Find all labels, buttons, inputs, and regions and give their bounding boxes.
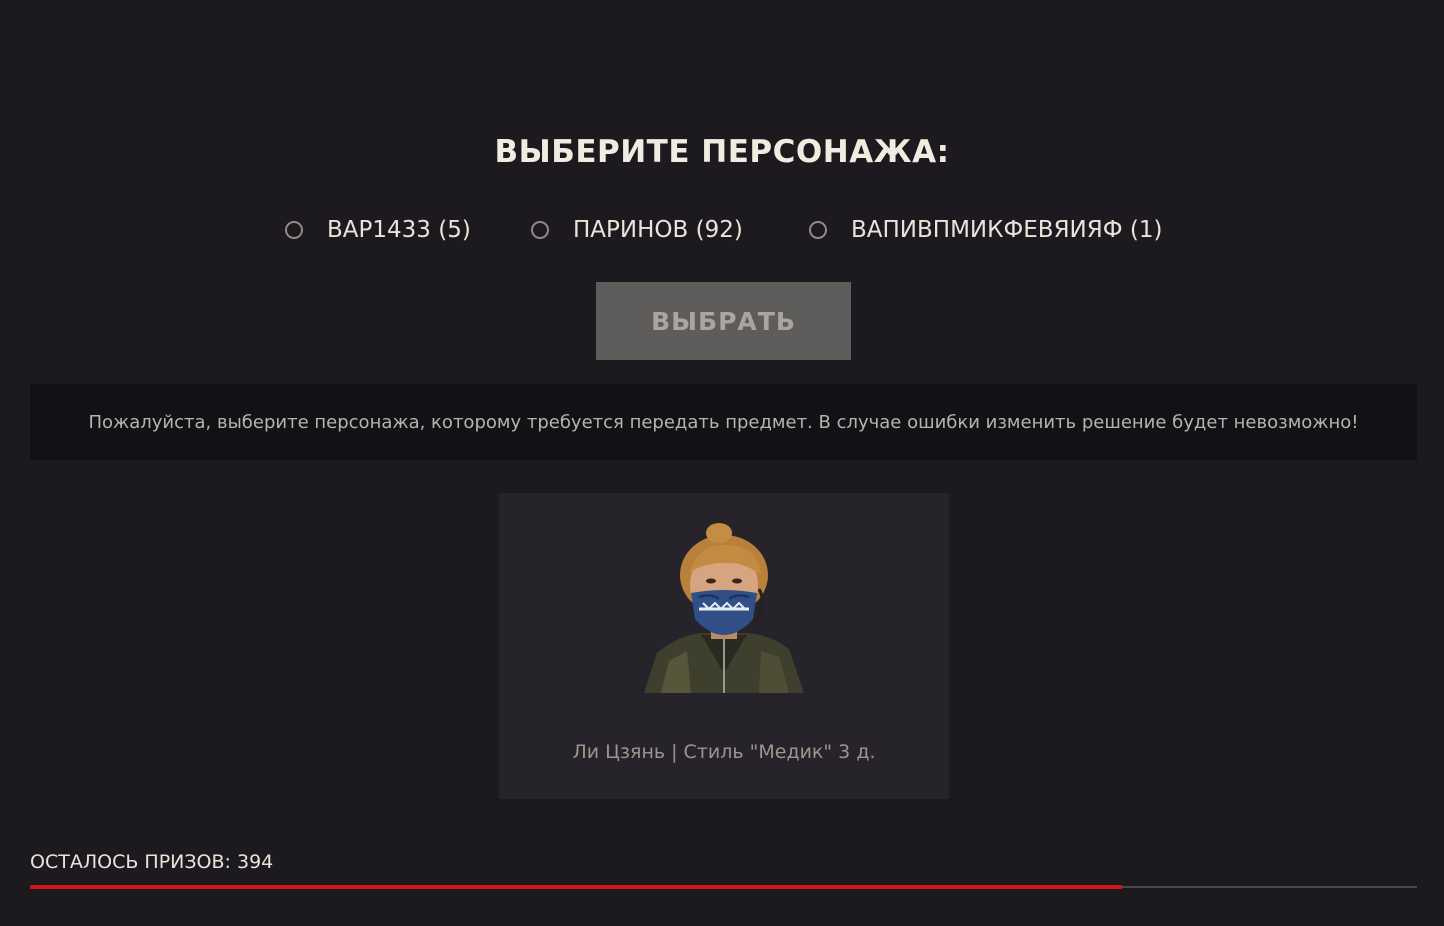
character-option-1[interactable]: BAP1433 (5) [285,210,471,250]
character-options: BAP1433 (5) ПАРИНОВ (92) ВАПИВПМИКФЕВЯИЯ… [0,210,1444,250]
prizes-remaining-label: ОСТАЛОСЬ ПРИЗОВ: 394 [30,851,274,873]
character-option-label: ПАРИНОВ (92) [573,217,743,243]
item-name: Ли Цзянь | Стиль "Медик" 3 д. [572,741,876,763]
page-title: ВЫБЕРИТЕ ПЕРСОНАЖА: [494,134,950,170]
warning-notice: Пожалуйста, выберите персонажа, которому… [30,384,1417,460]
character-option-label: ВАПИВПМИКФЕВЯИЯФ (1) [851,217,1163,243]
radio-button-icon[interactable] [285,221,303,239]
radio-button-icon[interactable] [809,221,827,239]
prizes-progress-bar [30,885,1417,889]
character-portrait-icon [644,523,804,693]
prizes-progress-fill [30,885,1122,889]
character-option-label: BAP1433 (5) [327,217,471,243]
notice-text: Пожалуйста, выберите персонажа, которому… [88,411,1359,433]
character-option-2[interactable]: ПАРИНОВ (92) [531,210,743,250]
character-option-3[interactable]: ВАПИВПМИКФЕВЯИЯФ (1) [809,210,1162,250]
prize-transfer-page: ВЫБЕРИТЕ ПЕРСОНАЖА: BAP1433 (5) ПАРИНОВ … [0,0,1444,926]
item-card: Ли Цзянь | Стиль "Медик" 3 д. [499,493,949,799]
radio-button-icon[interactable] [531,221,549,239]
select-button[interactable]: ВЫБРАТЬ [596,282,851,360]
